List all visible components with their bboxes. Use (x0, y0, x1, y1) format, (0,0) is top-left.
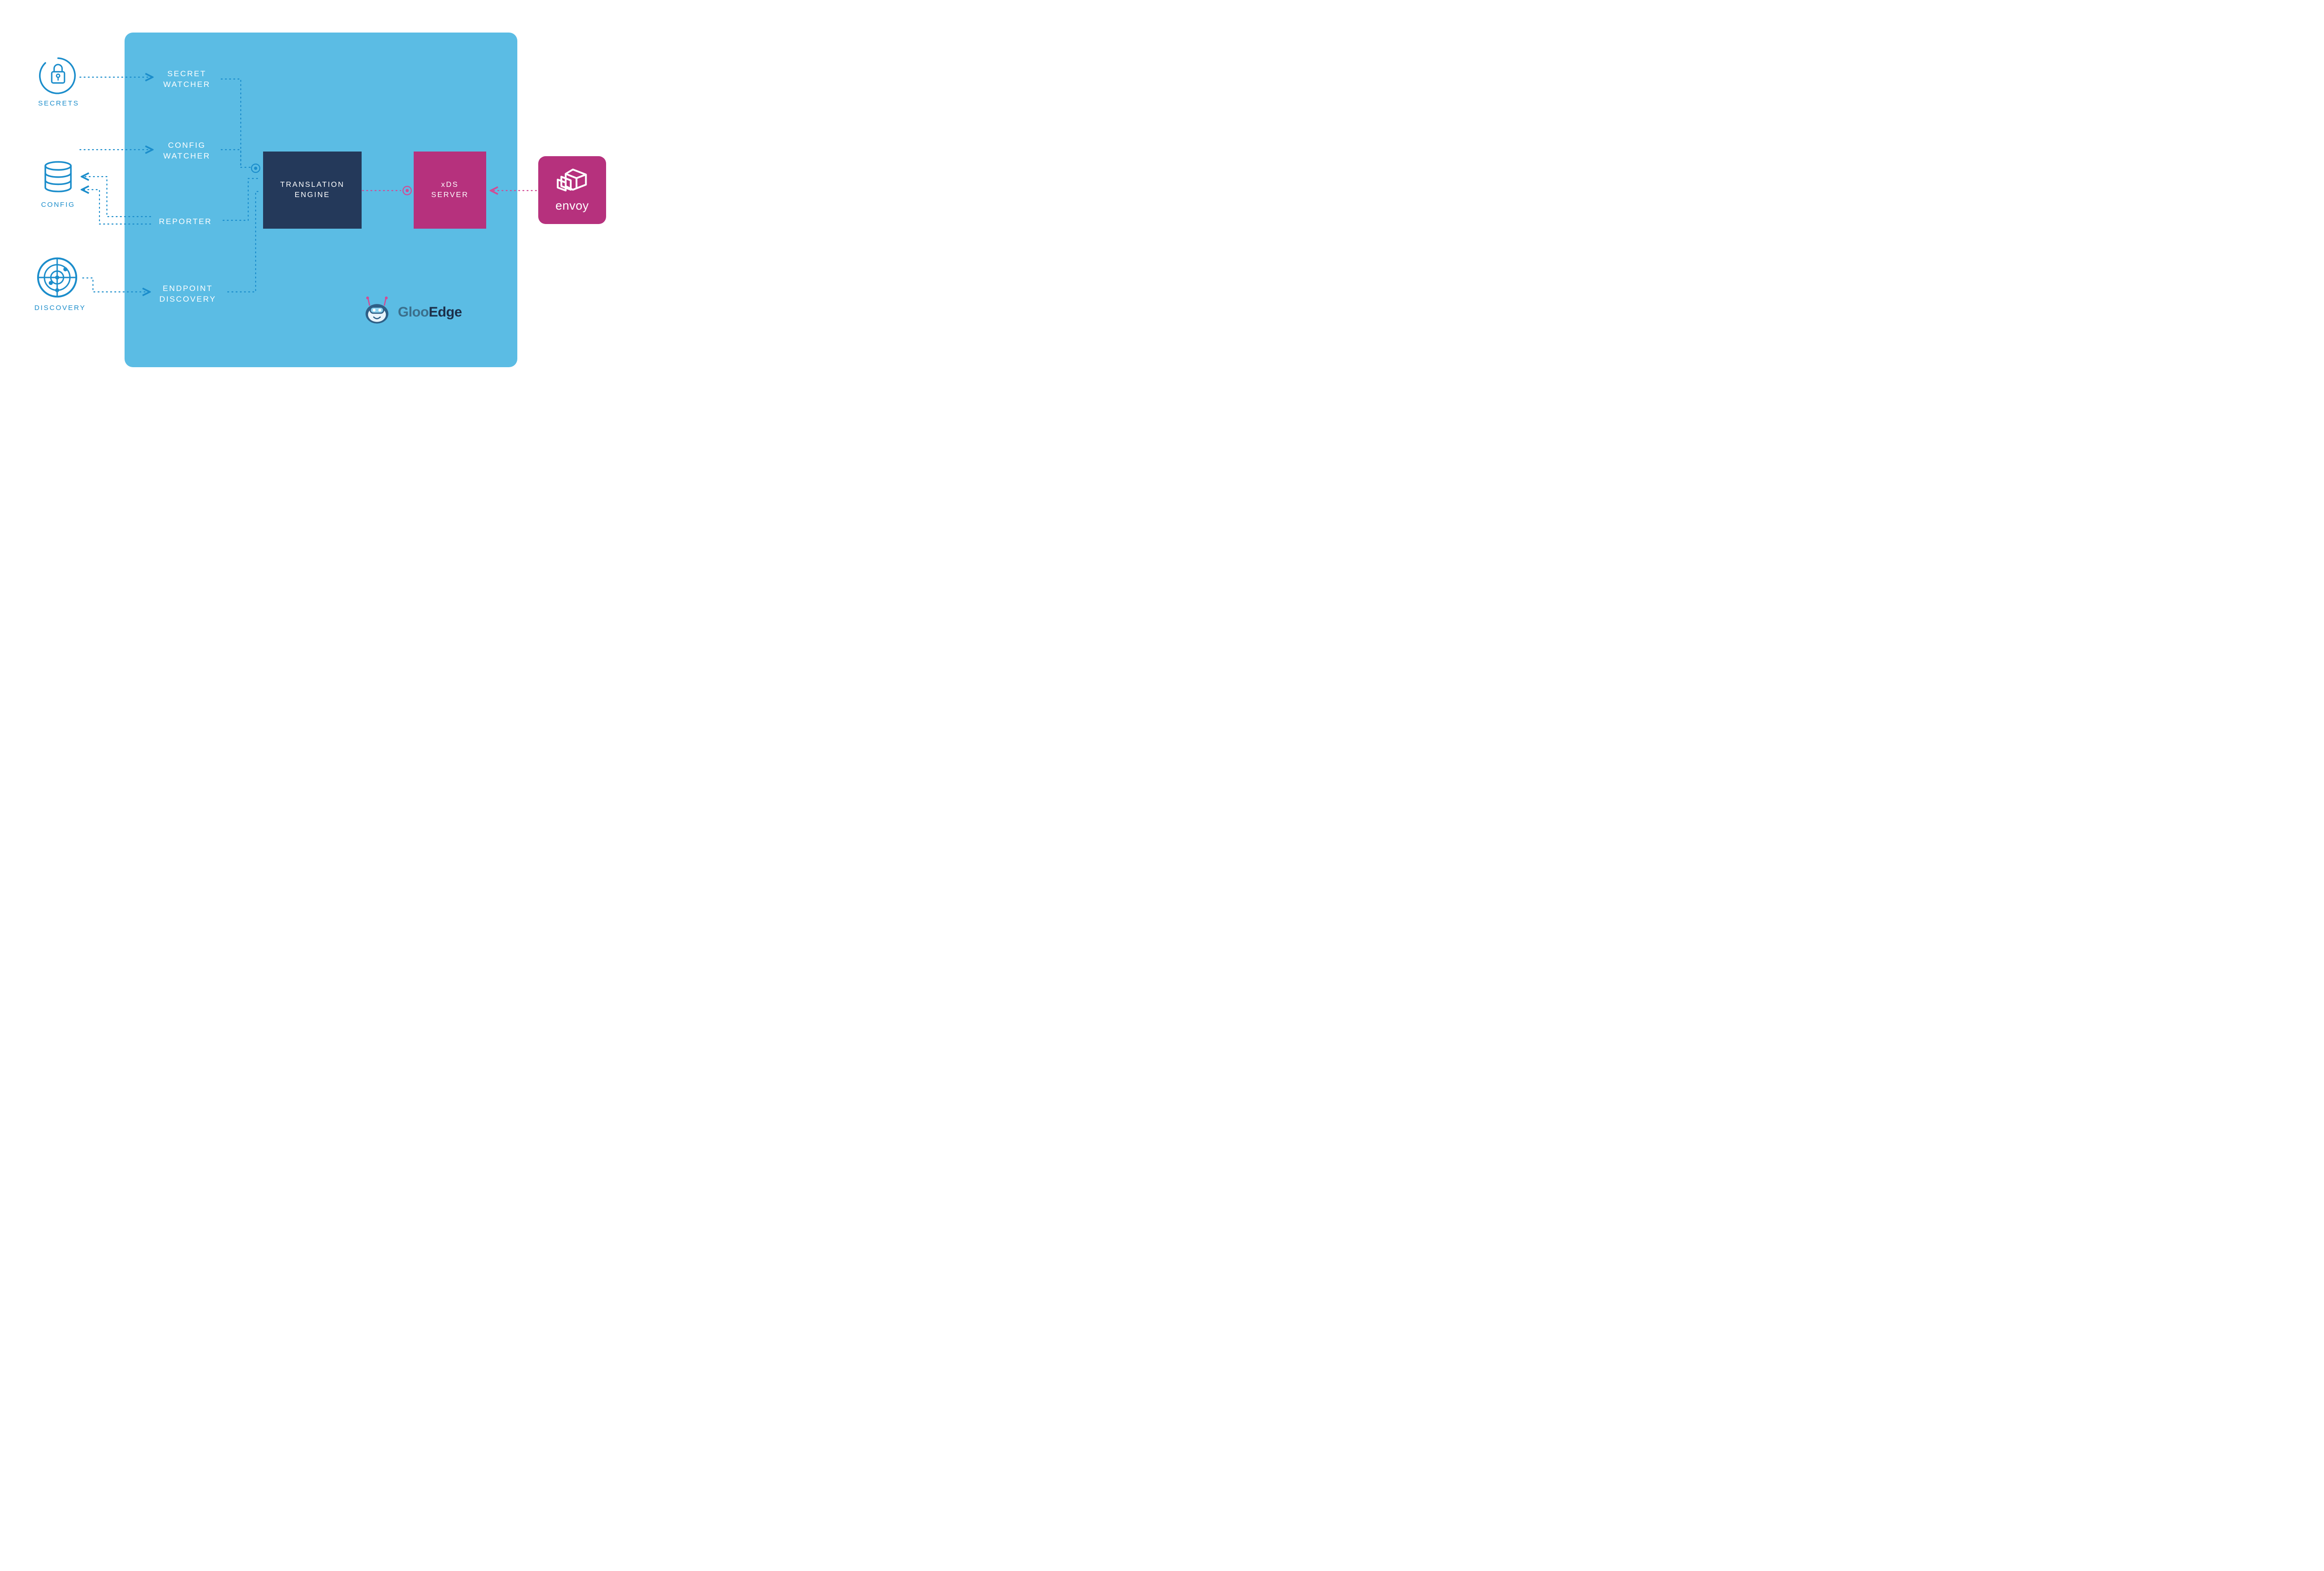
envoy-box: envoy (538, 156, 606, 224)
envoy-logo-icon (554, 167, 590, 196)
secret-watcher-label: SECRET WATCHER (154, 69, 219, 90)
gloo-edge-text: GlooEdge (398, 304, 462, 320)
config-label: CONFIG (38, 201, 78, 209)
reporter-label: REPORTER (151, 217, 220, 227)
database-icon (38, 157, 78, 197)
envoy-label: envoy (555, 198, 589, 213)
xds-server-box: xDS SERVER (414, 152, 486, 229)
endpoint-discovery-label: ENDPOINT DISCOVERY (151, 284, 225, 305)
radar-icon (34, 255, 80, 300)
lock-icon (38, 56, 78, 96)
gloo-robot-icon (361, 297, 393, 328)
external-discovery: DISCOVERY (34, 255, 86, 312)
external-config: CONFIG (38, 157, 78, 209)
external-secrets: SECRETS (38, 56, 79, 107)
discovery-label: DISCOVERY (34, 304, 86, 312)
gloo-edge-logo: GlooEdge (361, 297, 462, 328)
secrets-label: SECRETS (38, 99, 79, 107)
translation-engine-box: TRANSLATION ENGINE (263, 152, 362, 229)
config-watcher-label: CONFIG WATCHER (154, 140, 219, 162)
